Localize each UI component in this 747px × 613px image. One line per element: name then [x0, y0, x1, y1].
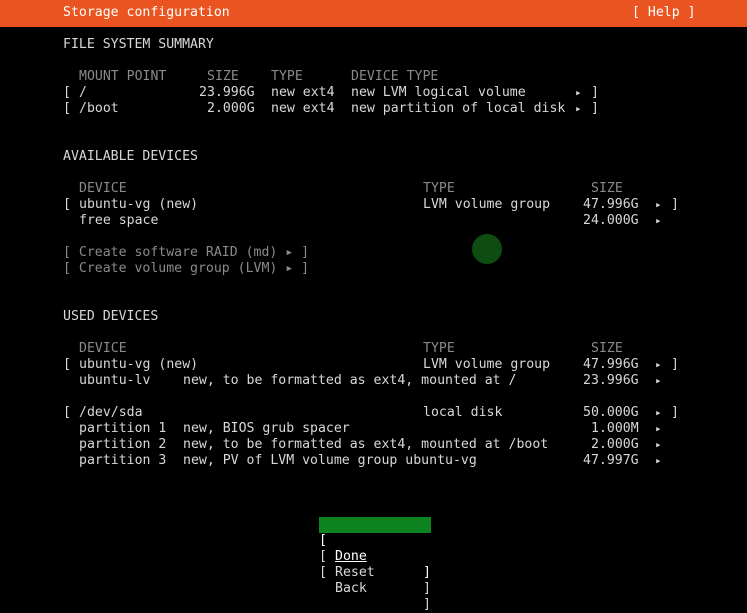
available-devices-heading: AVAILABLE DEVICES	[63, 149, 198, 164]
device-type: new LVM logical volume	[351, 85, 526, 100]
bracket-close: ]	[591, 85, 599, 100]
device: /dev/sda	[79, 405, 143, 420]
size: 23.996G	[583, 373, 639, 388]
bracket-open: [	[63, 405, 71, 420]
bracket-close: ]	[671, 197, 679, 212]
bracket-close: ]	[423, 581, 431, 596]
arrow-right-icon[interactable]: ▸	[655, 453, 662, 469]
size: 23.996G	[199, 85, 255, 100]
size: 47.996G	[583, 197, 639, 212]
reset-button[interactable]: [ Reset ]	[319, 533, 431, 596]
bracket-close: ]	[591, 101, 599, 116]
col-size: SIZE	[207, 69, 239, 84]
size: 2.000G	[591, 437, 639, 452]
col-type: TYPE	[423, 341, 455, 356]
bracket-open: [	[63, 357, 71, 372]
page-title: Storage configuration	[63, 5, 230, 20]
type: new ext4	[271, 101, 335, 116]
bracket-close: ]	[671, 405, 679, 420]
arrow-right-icon[interactable]: ▸	[575, 101, 582, 117]
bracket-close: ]	[671, 357, 679, 372]
col-size: SIZE	[591, 341, 623, 356]
device: ubuntu-vg (new)	[79, 357, 199, 372]
description: new, BIOS grub spacer	[183, 421, 350, 436]
type: local disk	[423, 405, 503, 420]
mouse-cursor-indicator	[472, 234, 502, 264]
size: 24.000G	[583, 213, 639, 228]
mount-point: /boot	[79, 101, 119, 116]
create-raid-button[interactable]: [ Create software RAID (md) ▸ ]	[63, 245, 309, 261]
type: LVM volume group	[423, 197, 551, 212]
device: ubuntu-lv	[79, 373, 151, 388]
size: 47.996G	[583, 357, 639, 372]
arrow-right-icon[interactable]: ▸	[575, 85, 582, 101]
mount-point: /	[79, 85, 87, 100]
arrow-right-icon[interactable]: ▸	[655, 213, 662, 229]
create-volume-group-button[interactable]: [ Create volume group (LVM) ▸ ]	[63, 261, 309, 277]
type: new ext4	[271, 85, 335, 100]
header-bar: Storage configuration [ Help ]	[0, 0, 747, 27]
size: 2.000G	[207, 101, 255, 116]
col-device: DEVICE	[79, 341, 127, 356]
back-label: Back	[335, 581, 367, 596]
arrow-right-icon[interactable]: ▸	[655, 197, 662, 213]
col-type: TYPE	[271, 69, 303, 84]
col-size: SIZE	[591, 181, 623, 196]
col-device-type: DEVICE TYPE	[351, 69, 439, 84]
device: free space	[79, 213, 159, 228]
device: partition 2	[79, 437, 167, 452]
used-devices-heading: USED DEVICES	[63, 309, 159, 324]
arrow-right-icon[interactable]: ▸	[655, 373, 662, 389]
bracket-open: [	[63, 101, 71, 116]
help-button[interactable]: [ Help ]	[632, 5, 696, 21]
description: new, to be formatted as ext4, mounted at…	[183, 437, 549, 452]
device: partition 3	[79, 453, 167, 468]
arrow-right-icon[interactable]: ▸	[655, 357, 662, 373]
arrow-right-icon[interactable]: ▸	[655, 421, 662, 437]
bracket-close: ]	[423, 565, 431, 580]
fs-summary-heading: FILE SYSTEM SUMMARY	[63, 37, 214, 52]
device: partition 1	[79, 421, 167, 436]
back-button[interactable]: [ Back ]	[319, 549, 431, 612]
size: 50.000G	[583, 405, 639, 420]
arrow-right-icon[interactable]: ▸	[655, 437, 662, 453]
done-button[interactable]: [ Done ]	[319, 517, 431, 580]
type: LVM volume group	[423, 357, 551, 372]
arrow-right-icon[interactable]: ▸	[655, 405, 662, 421]
bracket-close: ]	[423, 597, 431, 612]
bracket-open: [	[319, 565, 327, 580]
device: ubuntu-vg (new)	[79, 197, 199, 212]
size: 1.000M	[591, 421, 639, 436]
description: new, PV of LVM volume group ubuntu-vg	[183, 453, 477, 468]
col-mount-point: MOUNT POINT	[79, 69, 167, 84]
reset-label: Reset	[335, 565, 375, 580]
description: new, to be formatted as ext4, mounted at…	[183, 373, 517, 388]
col-device: DEVICE	[79, 181, 127, 196]
bracket-open: [	[63, 197, 71, 212]
size: 47.997G	[583, 453, 639, 468]
col-type: TYPE	[423, 181, 455, 196]
device-type: new partition of local disk	[351, 101, 566, 116]
bracket-open: [	[63, 85, 71, 100]
